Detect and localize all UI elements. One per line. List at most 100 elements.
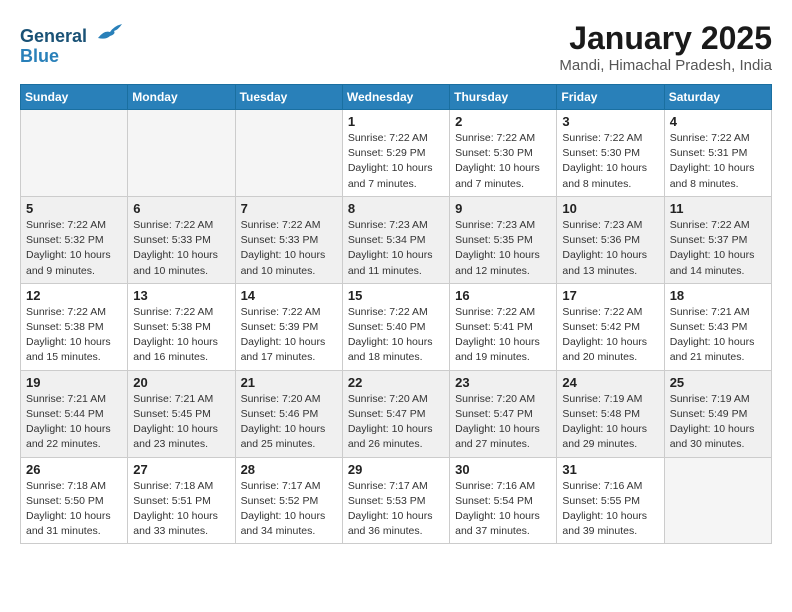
day-info: Sunrise: 7:22 AM Sunset: 5:37 PM Dayligh… [670,218,766,279]
logo-blue: Blue [20,46,124,67]
day-info: Sunrise: 7:20 AM Sunset: 5:46 PM Dayligh… [241,392,337,453]
day-number: 10 [562,201,658,216]
calendar-cell: 9 Sunrise: 7:23 AM Sunset: 5:35 PM Daylig… [450,196,557,283]
calendar-cell: 12Sunrise: 7:22 AM Sunset: 5:38 PM Dayli… [21,283,128,370]
day-number: 15 [348,288,444,303]
weekday-header-wednesday: Wednesday [342,85,449,110]
calendar-cell: 31 Sunrise: 7:16 AM Sunset: 5:55 PM Dayli… [557,457,664,544]
day-info: Sunrise: 7:22 AM Sunset: 5:38 PM Dayligh… [133,305,229,366]
day-info: Sunrise: 7:19 AM Sunset: 5:49 PM Dayligh… [670,392,766,453]
weekday-header-monday: Monday [128,85,235,110]
day-info: Sunrise: 7:23 AM Sunset: 5:36 PM Dayligh… [562,218,658,279]
day-info: Sunrise: 7:21 AM Sunset: 5:45 PM Dayligh… [133,392,229,453]
calendar-cell: 27Sunrise: 7:18 AM Sunset: 5:51 PM Dayli… [128,457,235,544]
day-number: 16 [455,288,551,303]
day-info: Sunrise: 7:22 AM Sunset: 5:42 PM Dayligh… [562,305,658,366]
calendar-cell: 4Sunrise: 7:22 AM Sunset: 5:31 PM Daylig… [664,110,771,197]
calendar-cell [21,110,128,197]
day-info: Sunrise: 7:18 AM Sunset: 5:50 PM Dayligh… [26,479,122,540]
page-header: General Blue January 2025 Mandi, Himacha… [20,20,772,74]
weekday-header-saturday: Saturday [664,85,771,110]
day-number: 21 [241,375,337,390]
calendar-week-row: 5 Sunrise: 7:22 AM Sunset: 5:32 PM Daylig… [21,196,772,283]
calendar-cell [235,110,342,197]
calendar-cell: 8 Sunrise: 7:23 AM Sunset: 5:34 PM Daylig… [342,196,449,283]
day-number: 5 [26,201,122,216]
calendar-cell: 24Sunrise: 7:19 AM Sunset: 5:48 PM Dayli… [557,370,664,457]
calendar-week-row: 19Sunrise: 7:21 AM Sunset: 5:44 PM Dayli… [21,370,772,457]
day-info: Sunrise: 7:21 AM Sunset: 5:43 PM Dayligh… [670,305,766,366]
calendar-cell: 10 Sunrise: 7:23 AM Sunset: 5:36 PM Dayli… [557,196,664,283]
day-info: Sunrise: 7:22 AM Sunset: 5:30 PM Dayligh… [562,131,658,192]
weekday-header-sunday: Sunday [21,85,128,110]
day-info: Sunrise: 7:23 AM Sunset: 5:34 PM Dayligh… [348,218,444,279]
day-info: Sunrise: 7:21 AM Sunset: 5:44 PM Dayligh… [26,392,122,453]
day-info: Sunrise: 7:22 AM Sunset: 5:40 PM Dayligh… [348,305,444,366]
day-info: Sunrise: 7:22 AM Sunset: 5:29 PM Dayligh… [348,131,444,192]
calendar-cell: 26 Sunrise: 7:18 AM Sunset: 5:50 PM Dayli… [21,457,128,544]
day-number: 1 [348,114,444,129]
calendar-week-row: 12Sunrise: 7:22 AM Sunset: 5:38 PM Dayli… [21,283,772,370]
day-info: Sunrise: 7:16 AM Sunset: 5:55 PM Dayligh… [562,479,658,540]
day-number: 22 [348,375,444,390]
day-number: 8 [348,201,444,216]
day-info: Sunrise: 7:22 AM Sunset: 5:39 PM Dayligh… [241,305,337,366]
day-number: 3 [562,114,658,129]
day-number: 25 [670,375,766,390]
title-block: January 2025 Mandi, Himachal Pradesh, In… [559,20,772,74]
day-number: 4 [670,114,766,129]
calendar-cell [128,110,235,197]
day-info: Sunrise: 7:22 AM Sunset: 5:33 PM Dayligh… [241,218,337,279]
day-number: 6 [133,201,229,216]
calendar-cell: 6 Sunrise: 7:22 AM Sunset: 5:33 PM Daylig… [128,196,235,283]
calendar-cell: 22 Sunrise: 7:20 AM Sunset: 5:47 PM Dayli… [342,370,449,457]
day-number: 13 [133,288,229,303]
calendar-cell: 28Sunrise: 7:17 AM Sunset: 5:52 PM Dayli… [235,457,342,544]
day-info: Sunrise: 7:20 AM Sunset: 5:47 PM Dayligh… [348,392,444,453]
calendar-week-row: 26 Sunrise: 7:18 AM Sunset: 5:50 PM Dayli… [21,457,772,544]
calendar-week-row: 1 Sunrise: 7:22 AM Sunset: 5:29 PM Daylig… [21,110,772,197]
day-info: Sunrise: 7:22 AM Sunset: 5:33 PM Dayligh… [133,218,229,279]
day-number: 31 [562,462,658,477]
calendar-cell: 20 Sunrise: 7:21 AM Sunset: 5:45 PM Dayli… [128,370,235,457]
day-info: Sunrise: 7:22 AM Sunset: 5:32 PM Dayligh… [26,218,122,279]
day-number: 2 [455,114,551,129]
calendar-cell: 3 Sunrise: 7:22 AM Sunset: 5:30 PM Daylig… [557,110,664,197]
day-number: 9 [455,201,551,216]
day-info: Sunrise: 7:20 AM Sunset: 5:47 PM Dayligh… [455,392,551,453]
calendar-cell: 25 Sunrise: 7:19 AM Sunset: 5:49 PM Dayli… [664,370,771,457]
calendar-cell: 17 Sunrise: 7:22 AM Sunset: 5:42 PM Dayli… [557,283,664,370]
day-info: Sunrise: 7:18 AM Sunset: 5:51 PM Dayligh… [133,479,229,540]
calendar-cell: 30Sunrise: 7:16 AM Sunset: 5:54 PM Dayli… [450,457,557,544]
day-number: 24 [562,375,658,390]
weekday-header-friday: Friday [557,85,664,110]
day-number: 20 [133,375,229,390]
calendar-cell: 1 Sunrise: 7:22 AM Sunset: 5:29 PM Daylig… [342,110,449,197]
calendar-cell [664,457,771,544]
calendar-subtitle: Mandi, Himachal Pradesh, India [559,57,772,74]
day-number: 29 [348,462,444,477]
day-number: 28 [241,462,337,477]
day-number: 11 [670,201,766,216]
day-info: Sunrise: 7:23 AM Sunset: 5:35 PM Dayligh… [455,218,551,279]
calendar-cell: 23 Sunrise: 7:20 AM Sunset: 5:47 PM Dayli… [450,370,557,457]
calendar-cell: 14Sunrise: 7:22 AM Sunset: 5:39 PM Dayli… [235,283,342,370]
weekday-header-tuesday: Tuesday [235,85,342,110]
calendar-title: January 2025 [559,20,772,57]
day-number: 7 [241,201,337,216]
calendar-cell: 29Sunrise: 7:17 AM Sunset: 5:53 PM Dayli… [342,457,449,544]
calendar-cell: 7 Sunrise: 7:22 AM Sunset: 5:33 PM Daylig… [235,196,342,283]
calendar-cell: 2Sunrise: 7:22 AM Sunset: 5:30 PM Daylig… [450,110,557,197]
calendar-cell: 18Sunrise: 7:21 AM Sunset: 5:43 PM Dayli… [664,283,771,370]
calendar-cell: 15 Sunrise: 7:22 AM Sunset: 5:40 PM Dayli… [342,283,449,370]
day-number: 23 [455,375,551,390]
weekday-header-row: SundayMondayTuesdayWednesdayThursdayFrid… [21,85,772,110]
day-number: 30 [455,462,551,477]
calendar-cell: 21 Sunrise: 7:20 AM Sunset: 5:46 PM Dayli… [235,370,342,457]
day-number: 17 [562,288,658,303]
logo-text: General [20,20,124,48]
day-info: Sunrise: 7:22 AM Sunset: 5:38 PM Dayligh… [26,305,122,366]
day-number: 26 [26,462,122,477]
calendar-cell: 11 Sunrise: 7:22 AM Sunset: 5:37 PM Dayli… [664,196,771,283]
calendar-cell: 5 Sunrise: 7:22 AM Sunset: 5:32 PM Daylig… [21,196,128,283]
